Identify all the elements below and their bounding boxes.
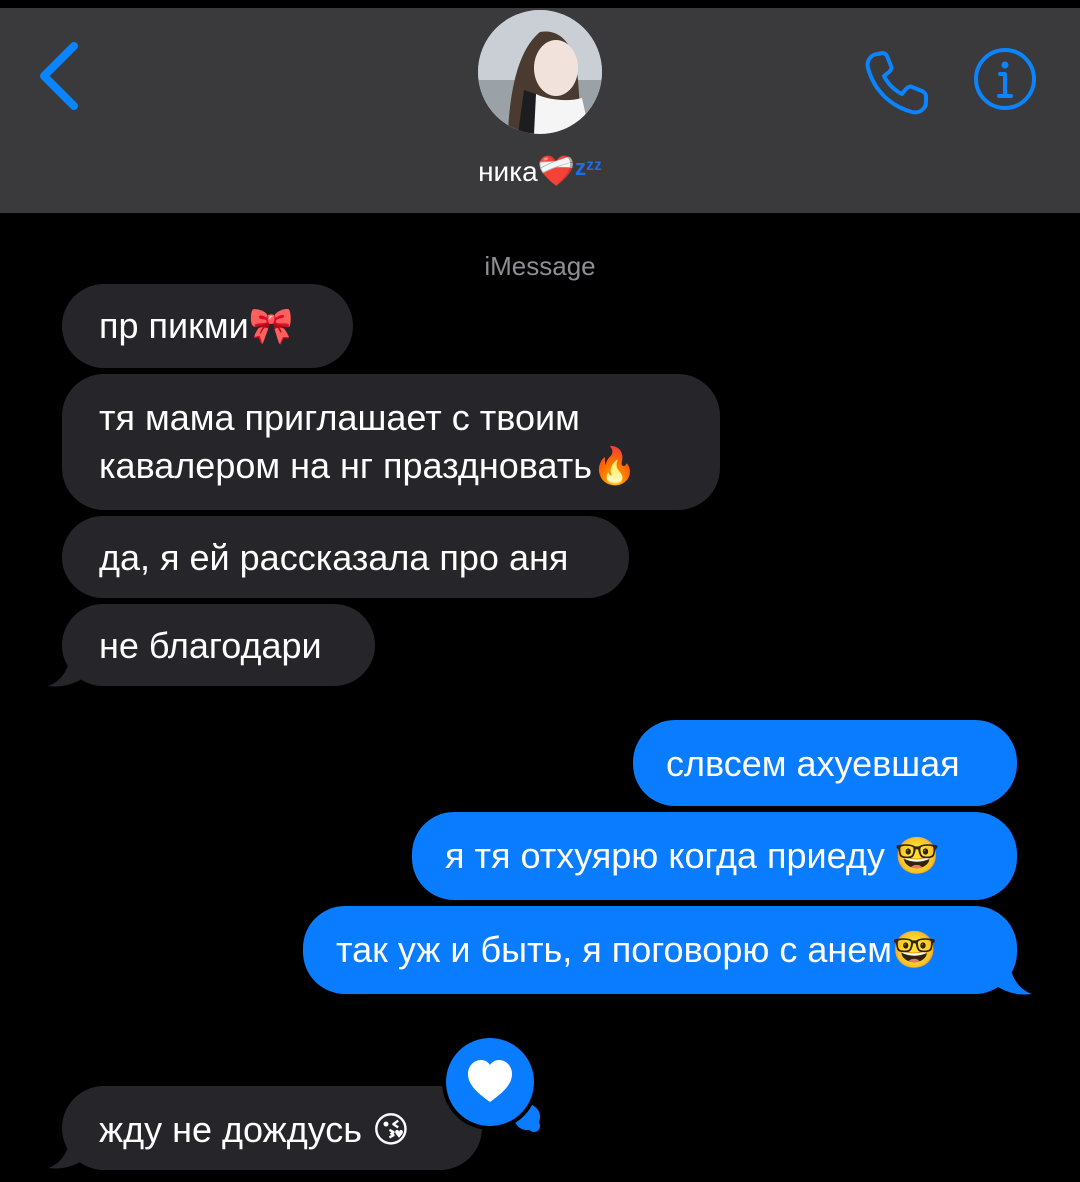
heart-icon xyxy=(468,1060,512,1102)
outgoing-message[interactable]: слвсем ахуевшая xyxy=(633,720,1017,806)
ribbon-emoji: 🎀 xyxy=(248,305,294,346)
sleep-zzz-icon: zᶻᶻ xyxy=(575,155,602,180)
bubble-tail xyxy=(48,1134,86,1169)
back-button[interactable] xyxy=(28,38,92,114)
message-text-line: тя мама приглашает с твоим xyxy=(99,397,580,438)
message-text-line: кавалером на нг праздновать xyxy=(99,445,592,486)
message-text: да, я ей рассказала про аня xyxy=(99,537,569,578)
chevron-left-icon xyxy=(40,42,78,110)
bubble-tail xyxy=(994,960,1032,995)
incoming-message[interactable]: да, я ей рассказала про аня xyxy=(62,516,629,598)
avatar[interactable] xyxy=(478,10,602,134)
phone-icon xyxy=(865,51,928,115)
mending-heart-emoji: ❤️‍🩹 xyxy=(537,155,575,188)
nerd-face-emoji: 🤓 xyxy=(894,835,940,876)
info-icon xyxy=(974,48,1036,110)
fire-emoji: 🔥 xyxy=(592,445,637,486)
contact-name-text: ника xyxy=(478,156,538,187)
message-text: пр пикми xyxy=(99,305,249,346)
message-text: жду не дождусь xyxy=(99,1109,373,1150)
message-text: так уж и быть, я поговорю с анем xyxy=(336,929,893,970)
phone-button[interactable] xyxy=(858,44,934,120)
info-button[interactable] xyxy=(972,46,1038,112)
conversation-header: ника❤️‍🩹zᶻᶻ xyxy=(0,0,1080,213)
incoming-message[interactable]: тя мама приглашает с твоим кавалером на … xyxy=(62,374,720,510)
message-text: слвсем ахуевшая xyxy=(666,743,960,784)
nerd-face-emoji: 🤓 xyxy=(892,929,937,970)
kissing-face-emoji: 😘 xyxy=(372,1109,410,1150)
service-label: iMessage xyxy=(484,251,596,281)
status-strip xyxy=(0,0,1080,8)
incoming-message[interactable]: пр пикми🎀 xyxy=(62,284,353,368)
contact-name[interactable]: ника❤️‍🩹zᶻᶻ xyxy=(0,148,1080,192)
outgoing-message[interactable]: так уж и быть, я поговорю с анем🤓 xyxy=(303,906,1017,994)
incoming-message[interactable]: не благодари xyxy=(62,604,375,686)
bubble-tail xyxy=(48,652,86,687)
outgoing-message[interactable]: я тя отхуярю когда приеду 🤓 xyxy=(412,812,1017,900)
tapback-reaction[interactable] xyxy=(442,1034,538,1130)
message-text: я тя отхуярю когда приеду xyxy=(445,835,895,876)
message-text: не благодари xyxy=(99,625,322,666)
incoming-message[interactable]: жду не дождусь 😘 xyxy=(62,1086,482,1170)
